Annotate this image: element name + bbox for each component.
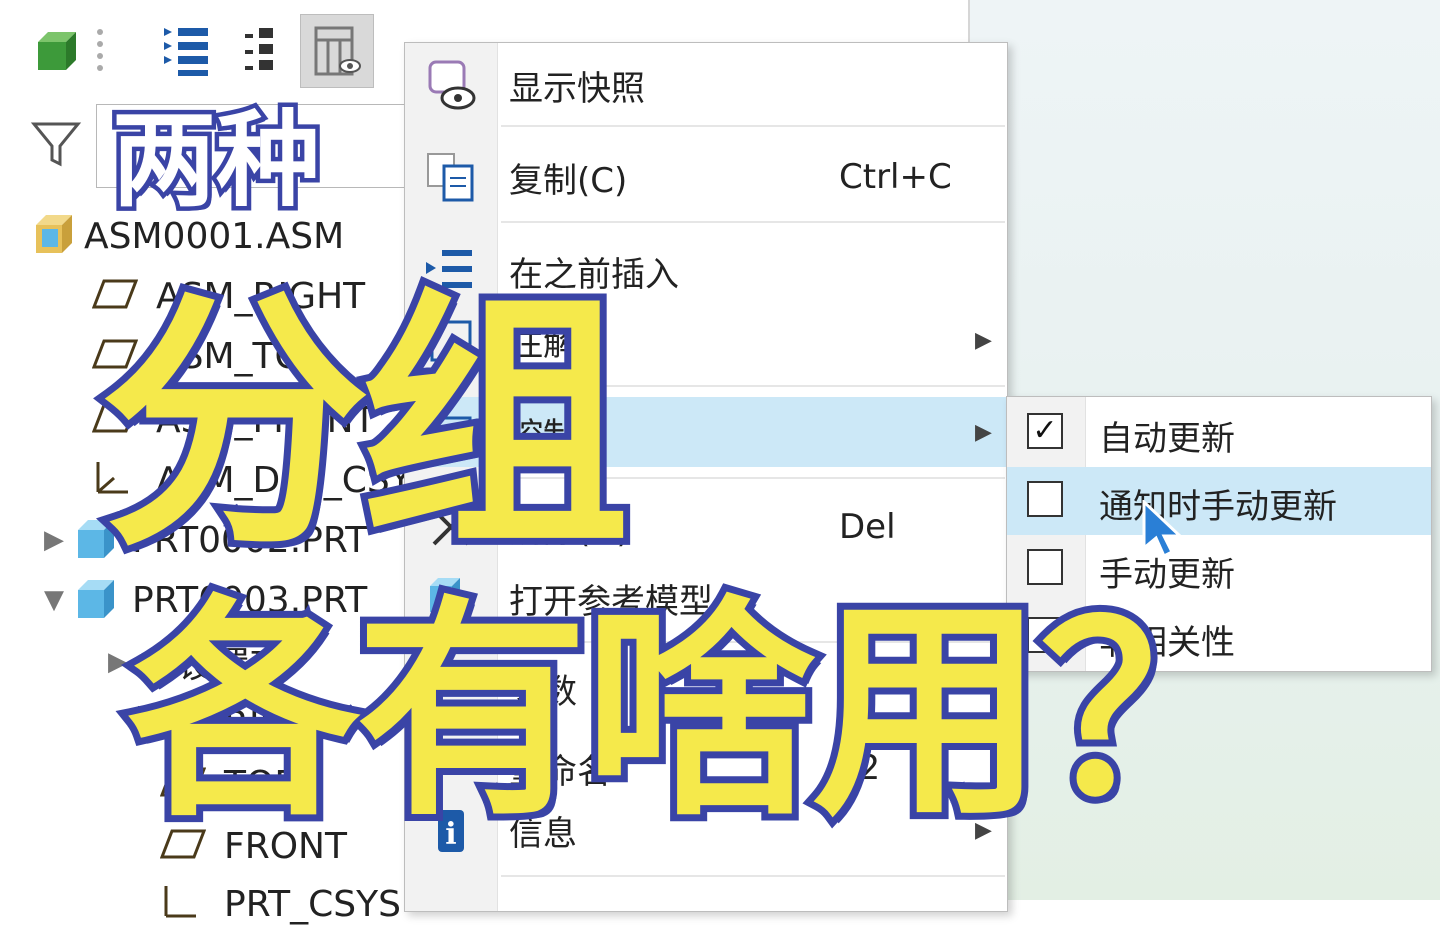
- menu-separator: [501, 125, 1005, 127]
- checkbox-checked-icon[interactable]: ✓: [1027, 413, 1063, 449]
- snapshot-icon: [419, 53, 483, 117]
- menu-item-label: 复制(C): [509, 160, 628, 201]
- menu-item-show-snapshot[interactable]: 显示快照: [405, 47, 1007, 123]
- menu-item-shortcut: Del: [839, 507, 896, 547]
- tree-item-label: PRT_CSYS: [224, 883, 401, 925]
- menu-item-label: 显示快照: [509, 68, 645, 109]
- tree-item-label: ASM0001.ASM: [84, 215, 345, 257]
- submenu-arrow-icon: ▶: [975, 327, 992, 353]
- checkbox-icon[interactable]: [1027, 481, 1063, 517]
- copy-icon: [419, 145, 483, 209]
- overlay-title-line2: 分组: [93, 267, 637, 582]
- overlay-title-line3: 各有啥用？: [121, 577, 1279, 847]
- menu-item-copy[interactable]: 复制(C) Ctrl+C: [405, 139, 1007, 215]
- drag-handle-icon[interactable]: [80, 14, 120, 88]
- submenu-item-label: 自动更新: [1099, 419, 1235, 459]
- submenu-item-auto-update[interactable]: ✓ 自动更新: [1007, 399, 1431, 467]
- overlay-title-line1: 两种: [107, 99, 324, 221]
- expand-arrow-icon[interactable]: ▶: [44, 525, 74, 555]
- tree-item-csys[interactable]: PRT_CSYS: [160, 876, 401, 932]
- menu-separator: [501, 221, 1005, 223]
- tree-structure-icon[interactable]: [224, 14, 298, 88]
- csys-icon: [160, 882, 224, 926]
- collapse-arrow-icon[interactable]: ▼: [44, 585, 74, 615]
- submenu-arrow-icon: ▶: [975, 419, 992, 445]
- submenu-item-manual-update-on-notify[interactable]: 通知时手动更新: [1007, 467, 1431, 535]
- show-snapshot-toolbar-icon[interactable]: [300, 14, 374, 88]
- part-icon: [74, 576, 132, 624]
- assembly-icon: [32, 211, 84, 261]
- submenu-item-label: 通知时手动更新: [1099, 487, 1337, 527]
- tree-list-icon[interactable]: [150, 14, 224, 88]
- menu-item-shortcut: Ctrl+C: [839, 157, 952, 197]
- filter-icon[interactable]: [30, 118, 82, 174]
- mouse-cursor-icon: [1140, 498, 1184, 564]
- menu-separator: [501, 875, 1005, 877]
